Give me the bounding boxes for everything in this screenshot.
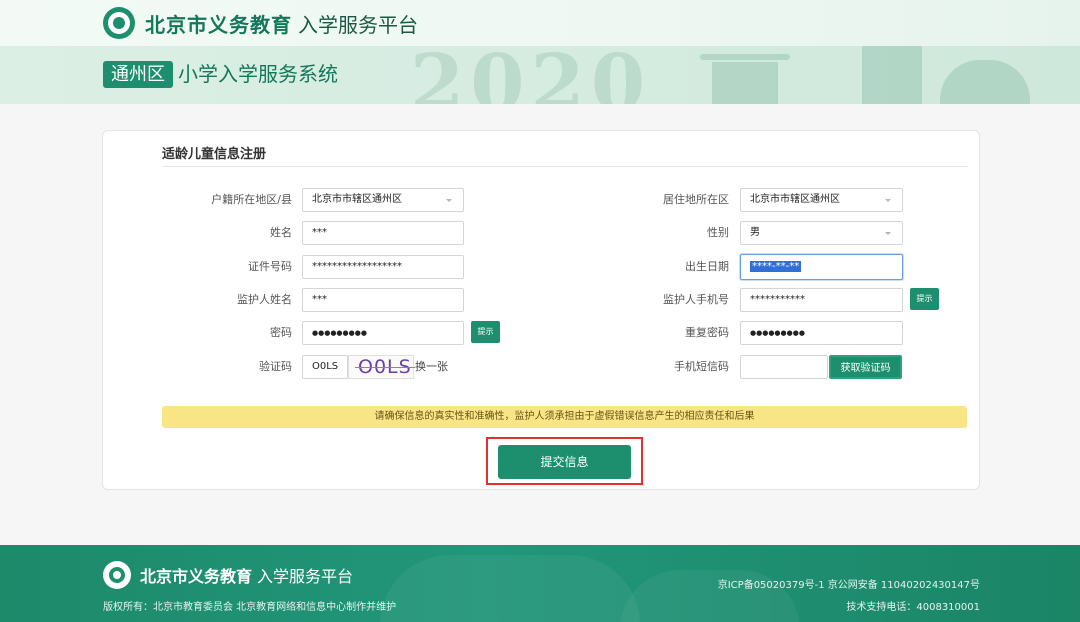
phone-hint-button[interactable]: 提示 [910,288,939,310]
warning-notice: 请确保信息的真实性和准确性，监护人须承担由于虚假错误信息产生的相应责任和后果 [162,406,967,428]
site-logo[interactable]: 北京市义务教育 入学服务平台 [103,7,418,39]
captcha-image[interactable]: O0LS [348,355,415,379]
system-title: 小学入学服务系统 [178,62,338,86]
hukou-district-label: 户籍所在地区/县 [211,193,292,206]
temple-illustration-icon [700,54,790,60]
id-number-input[interactable]: ****************** [302,255,464,279]
logo-title-light: 入学服务平台 [298,12,418,37]
sms-code-input[interactable] [740,355,828,379]
name-label: 姓名 [270,226,292,239]
top-header: 北京市义务教育 入学服务平台 [0,0,1080,46]
temple-body-decor [712,62,778,104]
gender-select[interactable]: 男 [740,221,903,245]
icp-record-link[interactable]: 京ICP备05020379号-1 京公网安备 11040202430147号 [718,576,980,591]
support-phone: 技术支持电话：4008310001 [846,602,980,613]
page-footer: 北京市义务教育 入学服务平台 版权所有：北京市教育委员会 北京教育网络和信息中心… [0,545,1080,622]
residence-district-label: 居住地所在区 [663,193,729,206]
form-title: 适龄儿童信息注册 [162,147,267,162]
guardian-phone-label: 监护人手机号 [663,293,729,306]
district-tag: 通州区 [103,61,173,88]
building-illustration-icon [862,46,922,104]
tree-illustration-icon [940,60,1030,104]
great-wall-illustration-icon [380,555,640,622]
captcha-input[interactable]: O0LS [302,355,348,379]
submit-button[interactable]: 提交信息 [498,445,631,479]
title-divider [162,166,968,167]
system-banner: 2020 通州区 小学入学服务系统 [0,46,1080,104]
password-confirm-input[interactable]: ●●●●●●●●● [740,321,903,345]
gender-label: 性别 [707,226,729,239]
password-hint-button[interactable]: 提示 [471,321,500,343]
footer-logo-light: 入学服务平台 [257,567,354,586]
sms-code-label: 手机短信码 [674,360,729,373]
guardian-name-label: 监护人姓名 [237,293,292,306]
footer-emblem-icon [103,561,131,589]
footer-logo-bold: 北京市义务教育 [140,567,253,586]
captcha-image-text: O0LS [355,356,415,378]
id-number-label: 证件号码 [248,260,292,273]
name-input[interactable]: *** [302,221,464,245]
captcha-refresh-link[interactable]: 换一张 [415,355,448,379]
submit-highlight-box: 提交信息 [486,437,643,485]
birth-date-label: 出生日期 [685,260,729,273]
logo-emblem-icon [103,7,135,39]
hukou-district-select[interactable]: 北京市市辖区通州区 [302,188,464,212]
password-label: 密码 [270,326,292,339]
get-sms-code-button[interactable]: 获取验证码 [829,355,902,379]
copyright-text: 版权所有：北京市教育委员会 北京教育网络和信息中心制作并维护 [103,602,397,613]
guardian-name-input[interactable]: *** [302,288,464,312]
footer-logo: 北京市义务教育 入学服务平台 [103,561,353,589]
captcha-label: 验证码 [259,360,292,373]
banner-year-watermark: 2020 [410,46,652,104]
password-input[interactable]: ●●●●●●●●● [302,321,464,345]
password-confirm-label: 重复密码 [685,326,729,339]
guardian-phone-input[interactable]: *********** [740,288,903,312]
registration-form-card: 适龄儿童信息注册 户籍所在地区/县 北京市市辖区通州区 居住地所在区 北京市市辖… [102,130,980,490]
birth-date-selected-text: ****-**-** [750,261,802,272]
residence-district-select[interactable]: 北京市市辖区通州区 [740,188,903,212]
birth-date-input[interactable]: ****-**-** [740,254,903,280]
logo-title-bold: 北京市义务教育 [145,12,292,37]
